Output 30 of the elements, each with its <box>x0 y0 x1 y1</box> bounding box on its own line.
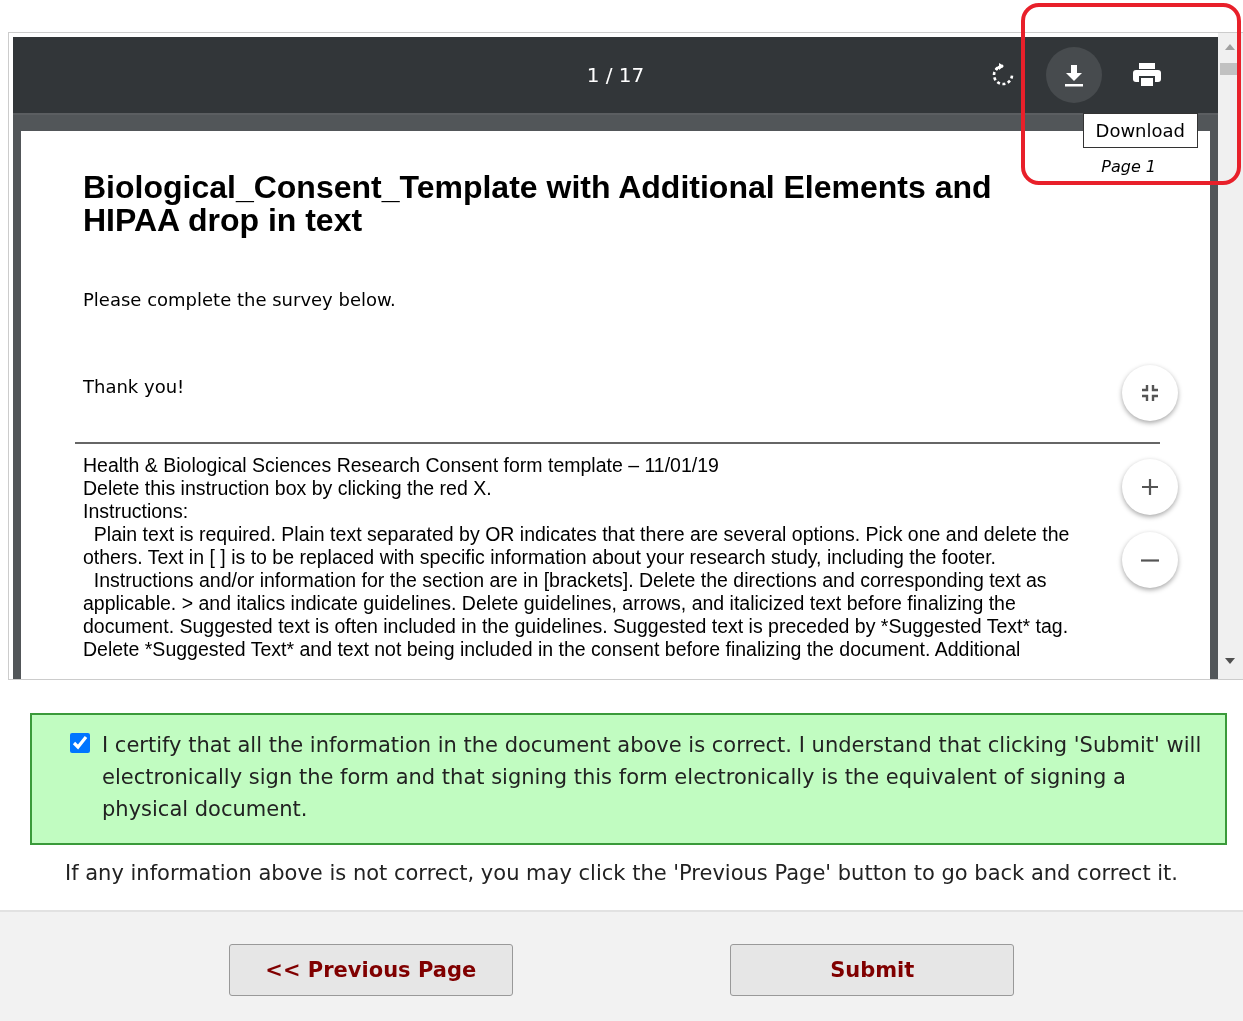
minus-icon <box>1141 558 1159 562</box>
document-title: Biological_Consent_Template with Additional Elements and HIPAA drop in text <box>83 171 993 237</box>
instruction-line: Delete *Suggested Text* and text not being included in the consent before finalizing the document. Additional <box>83 638 1021 661</box>
plus-icon <box>1140 477 1160 497</box>
instruction-line: Delete this instruction box by clicking the red X. <box>83 477 492 500</box>
certify-checkbox[interactable] <box>70 733 90 753</box>
note-text: If any information above is not correct, you may click the 'Previous Page' button to go back and correct it. <box>63 861 1180 885</box>
download-button[interactable] <box>1046 47 1102 103</box>
scroll-down-icon[interactable] <box>1224 657 1236 665</box>
form-button[interactable]: Submit <box>730 944 1015 996</box>
print-icon[interactable] <box>1132 62 1162 88</box>
instruction-line: Instructions: <box>83 500 189 523</box>
page-label: Page 1 <box>1101 157 1156 176</box>
download-tooltip: Download <box>1082 113 1198 148</box>
rotate-icon[interactable] <box>990 62 1016 88</box>
instruction-line: applicable. > and italics indicate guidelines. Delete guidelines, arrows, and italicized text before finalizing the <box>83 592 1016 615</box>
thanks-text: Thank you! <box>83 376 186 397</box>
instruction-line: Health & Biological Sciences Research Consent form template – 11/01/19 <box>83 454 719 477</box>
instruction-line: Plain text is required. Plain text separated by OR indicates that there are several options. Pick one and delete the <box>92 523 1070 546</box>
scroll-up-icon[interactable] <box>1224 43 1236 51</box>
scrollbar[interactable] <box>1218 33 1243 679</box>
certification-text: I certify that all the information in the document above is correct. I understand that clicking 'Submit' will electronically sign the form and that signing this form electronically is the equivalent of signing a physical document. <box>102 732 1203 823</box>
form-button[interactable]: << Previous Page <box>228 944 513 996</box>
instruction-line: others. Text in [ ] is to be replaced with specific information about your research study, including the footer. <box>83 546 996 569</box>
download-icon <box>1063 63 1085 87</box>
page-indicator: 1 / 17 <box>586 63 645 87</box>
instruction-line: document. Suggested text is often included in the guidelines. Suggested text is preceded by *Suggested Text* tag. <box>83 615 1069 638</box>
intro-text: Please complete the survey below. <box>83 289 397 310</box>
collapse-icon <box>1140 383 1160 403</box>
instruction-line: Instructions and/or information for the section are in [brackets]. Delete the directions and corresponding text as <box>92 569 1047 592</box>
